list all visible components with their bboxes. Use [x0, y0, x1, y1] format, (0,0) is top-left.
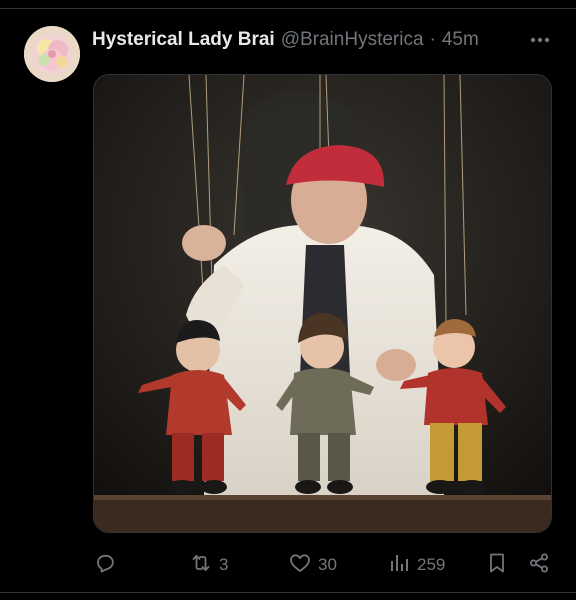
bottom-divider: [0, 592, 576, 593]
bookmark-icon: [485, 551, 509, 580]
author-name[interactable]: Hysterical Lady Brai: [92, 29, 275, 51]
heart-icon: [288, 551, 312, 580]
timestamp[interactable]: 45m: [442, 29, 479, 51]
repost-icon: [189, 551, 213, 580]
author-handle[interactable]: @BrainHysterica: [281, 29, 424, 51]
share-icon: [527, 551, 551, 580]
post-header: Hysterical Lady Brai @BrainHysterica · 4…: [92, 26, 556, 54]
repost-count: 3: [219, 555, 229, 574]
top-divider: [0, 8, 576, 9]
bookmark-button[interactable]: [485, 548, 509, 582]
like-count: 30: [318, 555, 337, 574]
separator-dot: ·: [429, 29, 436, 50]
share-button[interactable]: [527, 548, 551, 582]
views-icon: [387, 551, 411, 580]
avatar[interactable]: [24, 26, 80, 82]
reply-icon: [93, 551, 117, 580]
views-button[interactable]: 259: [387, 548, 445, 582]
like-button[interactable]: 30: [288, 548, 337, 582]
reply-button[interactable]: [93, 548, 123, 582]
action-bar: 3 30 259: [93, 548, 563, 582]
views-count: 259: [417, 555, 446, 574]
more-icon[interactable]: [526, 28, 554, 52]
repost-button[interactable]: 3: [189, 548, 228, 582]
post-image[interactable]: [93, 74, 552, 533]
